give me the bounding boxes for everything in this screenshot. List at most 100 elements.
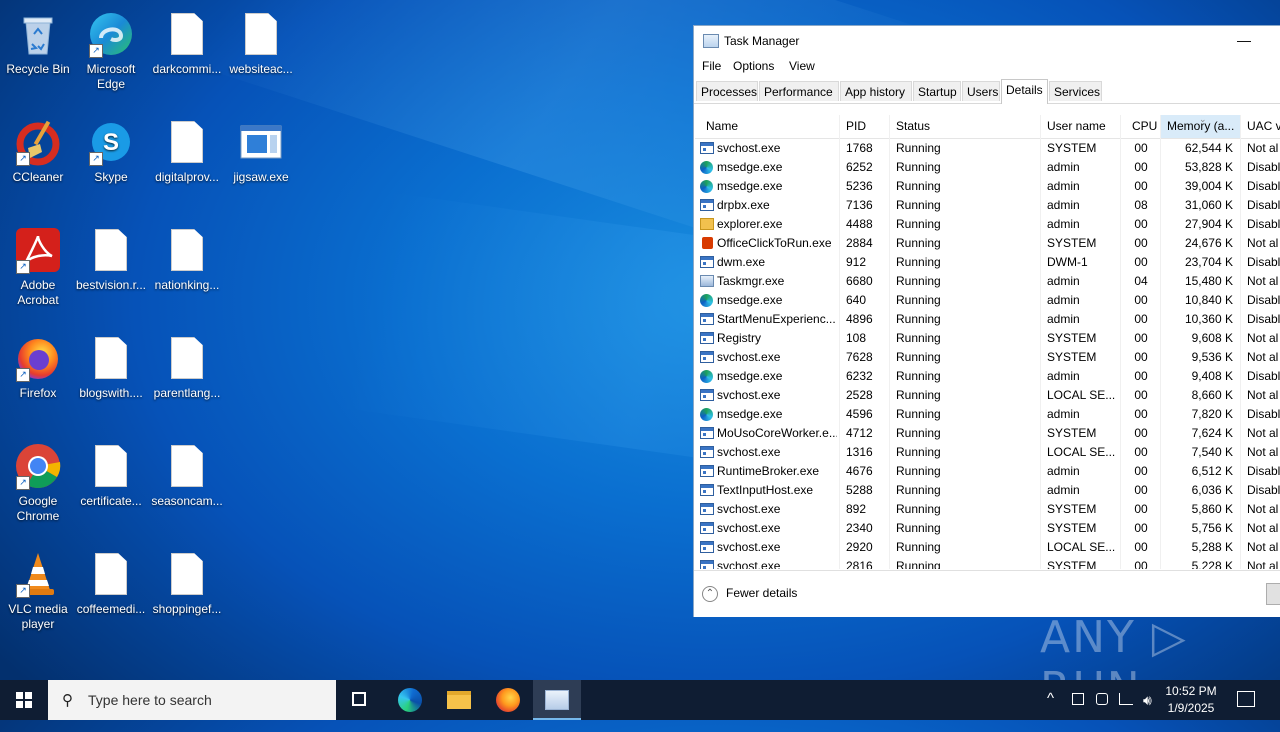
process-name: drpbx.exe — [717, 198, 770, 212]
desktop-icon-recycle-bin[interactable]: Recycle Bin — [0, 6, 76, 77]
menu-file[interactable]: File — [702, 59, 721, 73]
table-row[interactable]: msedge.exe 640 Running admin 00 10,840 K Disab… — [695, 291, 1280, 310]
table-row[interactable]: TextInputHost.exe 5288 Running admin 00 6,036… — [695, 481, 1280, 500]
table-row[interactable]: msedge.exe 6232 Running admin 00 9,408 K Disab… — [695, 367, 1280, 386]
tab-processes[interactable]: Processes — [696, 81, 758, 101]
minimize-button[interactable]: — — [1232, 30, 1256, 50]
desktop-icon-adobe-acrobat[interactable]: ↗ Adobe Acrobat — [0, 222, 76, 308]
desktop-icon-microsoft-edge[interactable]: ↗ Microsoft Edge — [73, 6, 149, 92]
desktop-icon-file[interactable]: nationking... — [149, 222, 225, 293]
desktop-icon-file[interactable]: blogswith.... — [73, 330, 149, 401]
task-manager-icon — [545, 690, 569, 710]
network-icon[interactable] — [1119, 693, 1133, 705]
table-row[interactable]: svchost.exe 2528 Running LOCAL SE... 00 8,660… — [695, 386, 1280, 405]
process-memory: 5,756 K — [1191, 521, 1233, 535]
tab-services[interactable]: Services — [1049, 81, 1102, 101]
table-row[interactable]: svchost.exe 892 Running SYSTEM 00 5,860 K Not … — [695, 500, 1280, 519]
tab-users[interactable]: Users — [962, 81, 1000, 101]
process-memory: 15,480 K — [1184, 274, 1233, 288]
battery-icon[interactable] — [1072, 693, 1084, 705]
table-row[interactable]: StartMenuExperienc... 4896 Running admin 00 1… — [695, 310, 1280, 329]
desktop-icon-jigsaw[interactable]: jigsaw.exe — [223, 114, 299, 185]
desktop-icon-file[interactable]: certificate... — [73, 438, 149, 509]
table-row[interactable]: msedge.exe 6252 Running admin 00 53,828 K Disa… — [695, 158, 1280, 177]
table-row[interactable]: svchost.exe 2920 Running LOCAL SE... 00 5,288… — [695, 538, 1280, 557]
menu-options[interactable]: Options — [733, 59, 774, 73]
column-header-cpu[interactable]: CPU — [1121, 115, 1161, 138]
taskbar-file-explorer[interactable] — [435, 680, 483, 720]
process-status: Running — [896, 540, 941, 554]
desktop-icon-file[interactable]: darkcommi... — [149, 6, 225, 77]
desktop-icon-file[interactable]: websiteac... — [223, 6, 299, 77]
table-row[interactable]: MoUsoCoreWorker.e... 4712 Running SYSTEM 00 7… — [695, 424, 1280, 443]
process-user: admin — [1047, 407, 1080, 421]
table-row[interactable]: svchost.exe 1316 Running LOCAL SE... 00 7,540… — [695, 443, 1280, 462]
table-row[interactable]: svchost.exe 7628 Running SYSTEM 00 9,536 K Not… — [695, 348, 1280, 367]
table-row[interactable]: RuntimeBroker.exe 4676 Running admin 00 6,512… — [695, 462, 1280, 481]
table-row[interactable]: OfficeClickToRun.exe 2884 Running SYSTEM 00 2… — [695, 234, 1280, 253]
tab-startup[interactable]: Startup — [913, 81, 961, 101]
process-cpu: 00 — [1134, 160, 1148, 174]
clock[interactable]: 10:52 PM 1/9/2025 — [1160, 683, 1222, 717]
volume-icon[interactable]: 🔊︎ — [1143, 692, 1152, 732]
taskbar-firefox[interactable] — [484, 680, 532, 720]
desktop-icon-file[interactable]: bestvision.r... — [73, 222, 149, 293]
column-header-status[interactable]: Status — [890, 115, 1041, 138]
tab-app-history[interactable]: App history — [840, 81, 912, 101]
recycle-bin-icon — [14, 10, 62, 58]
column-header-name[interactable]: Name — [695, 115, 840, 138]
fewer-details-link[interactable]: ⌃ Fewer details — [702, 586, 797, 602]
desktop-icon-file[interactable]: digitalprov... — [149, 114, 225, 185]
edge-icon — [700, 180, 713, 193]
process-uac: Disabl — [1247, 483, 1280, 497]
taskbar-edge[interactable] — [386, 680, 434, 720]
table-row[interactable]: dwm.exe 912 Running DWM-1 00 23,704 K Disabl — [695, 253, 1280, 272]
desktop-icon-file[interactable]: parentlang... — [149, 330, 225, 401]
notification-center-icon[interactable] — [1237, 691, 1255, 707]
column-header-pid[interactable]: PID — [840, 115, 890, 138]
desktop-icon-label: digitalprov... — [155, 170, 219, 184]
desktop-icon-google-chrome[interactable]: ↗ Google Chrome — [0, 438, 76, 524]
process-pid: 1316 — [846, 445, 873, 459]
document-icon — [171, 553, 203, 595]
desktop-icon-vlc[interactable]: ↗ VLC media player — [0, 546, 76, 632]
table-row[interactable]: drpbx.exe 7136 Running admin 08 31,060 K Disab… — [695, 196, 1280, 215]
desktop-icon-firefox[interactable]: ↗ Firefox — [0, 330, 76, 401]
meet-now-icon[interactable] — [1096, 693, 1108, 705]
column-header-user-name[interactable]: User name — [1041, 115, 1121, 138]
document-icon — [95, 553, 127, 595]
process-memory: 7,820 K — [1191, 407, 1233, 421]
column-header-uac[interactable]: UAC v — [1241, 115, 1280, 138]
desktop-icon-file[interactable]: seasoncam... — [149, 438, 225, 509]
table-row[interactable]: Registry 108 Running SYSTEM 00 9,608 K Not al — [695, 329, 1280, 348]
title-bar[interactable]: Task Manager — — [694, 26, 1280, 56]
tab-details[interactable]: Details — [1001, 79, 1048, 104]
tab-performance[interactable]: Performance — [759, 81, 839, 101]
process-status: Running — [896, 445, 941, 459]
menu-view[interactable]: View — [789, 59, 815, 73]
end-task-button[interactable] — [1266, 583, 1280, 605]
process-user: SYSTEM — [1047, 236, 1097, 250]
desktop-icon-file[interactable]: shoppingef... — [149, 546, 225, 617]
table-row[interactable]: svchost.exe 2816 Running SYSTEM 00 5,228 K Not… — [695, 557, 1280, 569]
task-manager-window[interactable]: Task Manager — File Options View Process… — [693, 25, 1280, 617]
table-row[interactable]: svchost.exe 1768 Running SYSTEM 00 62,544 K No… — [695, 139, 1280, 158]
desktop-icon-skype[interactable]: S ↗ Skype — [73, 114, 149, 185]
process-cpu: 00 — [1134, 445, 1148, 459]
chevron-up-icon[interactable]: ^ — [1047, 690, 1054, 730]
table-row[interactable]: msedge.exe 4596 Running admin 00 7,820 K Disab… — [695, 405, 1280, 424]
desktop-icon-ccleaner[interactable]: ↗ CCleaner — [0, 114, 76, 185]
column-header-memory[interactable]: ⌄ Memory (a... — [1161, 115, 1241, 138]
task-view-button[interactable] — [336, 680, 384, 720]
process-memory: 6,036 K — [1191, 483, 1233, 497]
table-row[interactable]: Taskmgr.exe 6680 Running admin 04 15,480 K Not… — [695, 272, 1280, 291]
table-row[interactable]: explorer.exe 4488 Running admin 00 27,904 K Di… — [695, 215, 1280, 234]
start-button[interactable] — [0, 680, 48, 720]
taskbar-task-manager[interactable] — [533, 680, 581, 720]
taskbar-search-box[interactable]: ⚲ Type here to search — [48, 680, 336, 720]
process-cpu: 00 — [1134, 350, 1148, 364]
table-row[interactable]: svchost.exe 2340 Running SYSTEM 00 5,756 K Not… — [695, 519, 1280, 538]
process-memory: 6,512 K — [1191, 464, 1233, 478]
table-row[interactable]: msedge.exe 5236 Running admin 00 39,004 K Disa… — [695, 177, 1280, 196]
desktop-icon-file[interactable]: coffeemedi... — [73, 546, 149, 617]
